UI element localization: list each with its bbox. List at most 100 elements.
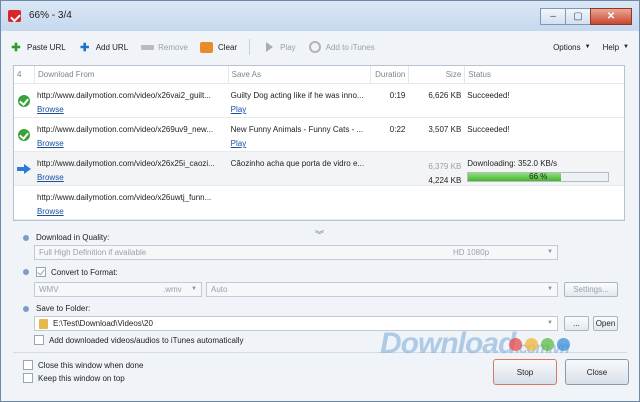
folder-icon	[39, 318, 48, 329]
add-url-button[interactable]: ✚ Add URL	[78, 40, 128, 54]
play-button[interactable]: Play	[262, 40, 296, 54]
table-row[interactable]: http://www.dailymotion.com/video/x26vai2…	[14, 84, 624, 118]
paste-url-button[interactable]: ✚ Paste URL	[9, 40, 65, 54]
help-menu[interactable]: Help ▼	[603, 43, 629, 52]
remove-label: Remove	[158, 42, 188, 52]
add-to-itunes-label: Add to iTunes	[325, 42, 375, 52]
maximize-button[interactable]: ▢	[565, 8, 591, 25]
help-chevron-down-icon: ▼	[623, 44, 629, 50]
list-header: 4 Download From Save As Duration Size St…	[14, 66, 624, 84]
downloading-arrow-icon	[16, 163, 31, 174]
folder-section: Save to Folder:	[23, 304, 90, 313]
browse-link[interactable]: Browse	[37, 173, 64, 182]
add-plus-icon: ✚	[80, 41, 90, 54]
close-button[interactable]: Close	[565, 359, 629, 385]
format-ext: .wmv	[163, 285, 182, 294]
row-size: 4,224 KB	[428, 176, 462, 185]
folder-chevron-down-icon: ▼	[547, 320, 553, 326]
header-status[interactable]: Status	[464, 66, 624, 83]
browse-link[interactable]: Browse	[37, 105, 64, 114]
app-logo-icon	[8, 10, 21, 22]
header-save-as[interactable]: Save As	[227, 66, 371, 83]
help-label: Help	[602, 42, 620, 52]
folder-label: Save to Folder:	[36, 304, 91, 313]
clear-icon	[200, 40, 214, 54]
settings-button[interactable]: Settings...	[564, 282, 618, 297]
header-size[interactable]: Size	[408, 66, 464, 83]
row-duration	[370, 152, 408, 185]
row-status: Succeeded!	[467, 125, 510, 134]
header-count: 4	[17, 70, 22, 79]
download-list: 4 Download From Save As Duration Size St…	[13, 65, 625, 221]
row-status: Downloading: 352.0 KB/s	[467, 159, 558, 168]
quality-label: Download in Quality:	[36, 233, 110, 242]
quality-badge: HD 1080p	[453, 248, 490, 257]
keep-on-top-option[interactable]: Keep this window on top	[23, 373, 125, 383]
remove-button[interactable]: Remove	[140, 40, 188, 54]
folder-path: E:\Test\Download\Videos\20	[53, 319, 153, 328]
row-size: 6,626 KB	[428, 91, 462, 100]
quality-select[interactable]: Full High Definition if available HD 108…	[34, 245, 558, 260]
bullet-icon	[23, 269, 29, 275]
table-row[interactable]: http://www.dailymotion.com/video/x269uv9…	[14, 118, 624, 152]
add-to-itunes-button[interactable]: Add to iTunes	[308, 40, 375, 54]
itunes-option-label: Add downloaded videos/audios to iTunes a…	[49, 335, 244, 345]
itunes-option[interactable]: Add downloaded videos/audios to iTunes a…	[34, 335, 244, 345]
quality-section: Download in Quality:	[23, 233, 109, 242]
itunes-checkbox[interactable]	[34, 335, 44, 345]
convert-checkbox[interactable]	[36, 267, 46, 277]
row-url: http://www.dailymotion.com/video/x26uwtj…	[36, 193, 212, 202]
window-title: 66% - 3/4	[29, 10, 72, 21]
header-download-from[interactable]: Download From	[33, 66, 228, 83]
bullet-icon	[23, 305, 29, 312]
app-window: 66% - 3/4 – ▢ ✕ ✚ Paste URL ✚ Add URL Re…	[0, 0, 640, 402]
minimize-button[interactable]: –	[540, 8, 566, 25]
stop-button[interactable]: Stop	[493, 359, 557, 385]
row-url: http://www.dailymotion.com/video/x26vai2…	[36, 91, 211, 100]
format-mode-select[interactable]: Auto ▼	[206, 282, 558, 297]
window-controls: – ▢ ✕	[540, 8, 632, 25]
close-when-done-checkbox[interactable]	[23, 360, 33, 370]
convert-label: Convert to Format:	[51, 267, 118, 277]
clear-button[interactable]: Clear	[200, 40, 237, 54]
play-link[interactable]: Play	[231, 105, 247, 114]
row-size: 3,507 KB	[428, 125, 462, 134]
options-chevron-down-icon: ▼	[584, 44, 591, 50]
play-icon	[262, 40, 276, 54]
row-duration: 0:22	[389, 125, 406, 134]
open-folder-button[interactable]: Open	[593, 316, 618, 331]
quality-value: Full High Definition if available	[39, 248, 147, 257]
play-link[interactable]: Play	[231, 139, 247, 148]
row-url: http://www.dailymotion.com/video/x269uv9…	[36, 125, 214, 134]
table-row[interactable]: http://www.dailymotion.com/video/x26uwtj…	[14, 186, 624, 220]
play-label: Play	[280, 42, 296, 52]
browse-link[interactable]: Browse	[37, 207, 64, 216]
check-icon	[17, 128, 30, 141]
table-row[interactable]: http://www.dailymotion.com/video/x26x25i…	[14, 152, 624, 186]
row-save-as: Guilty Dog acting like if he was inno...	[230, 91, 364, 100]
green-dot-icon	[541, 338, 554, 351]
expand-chevron-icon[interactable]: ︾	[315, 228, 324, 241]
close-window-button[interactable]: ✕	[590, 8, 632, 25]
keep-on-top-label: Keep this window on top	[38, 373, 125, 383]
quality-chevron-down-icon: ▼	[547, 249, 553, 255]
convert-section: Convert to Format:	[23, 267, 118, 277]
close-when-done-option[interactable]: Close this window when done	[23, 360, 143, 370]
browse-link[interactable]: Browse	[37, 139, 64, 148]
options-menu[interactable]: Options ▼	[553, 43, 591, 52]
header-duration[interactable]: Duration	[370, 66, 408, 83]
red-dot-icon	[509, 338, 522, 351]
watermark-main: Download	[380, 327, 516, 360]
itunes-icon	[308, 40, 322, 54]
format-mode-value: Auto	[211, 285, 228, 294]
format-chevron-down-icon: ▼	[191, 286, 197, 292]
add-url-label: Add URL	[95, 42, 129, 52]
row-status: Succeeded!	[467, 91, 510, 100]
title-bar[interactable]: 66% - 3/4 – ▢ ✕	[1, 1, 639, 31]
keep-on-top-checkbox[interactable]	[23, 373, 33, 383]
progress-bar: 66 %	[467, 172, 610, 182]
format-select[interactable]: WMV .wmv ▼	[34, 282, 202, 297]
toolbar: ✚ Paste URL ✚ Add URL Remove Clear Play …	[9, 34, 631, 60]
close-when-done-label: Close this window when done	[38, 360, 144, 370]
row-url: http://www.dailymotion.com/video/x26x25i…	[36, 159, 215, 168]
